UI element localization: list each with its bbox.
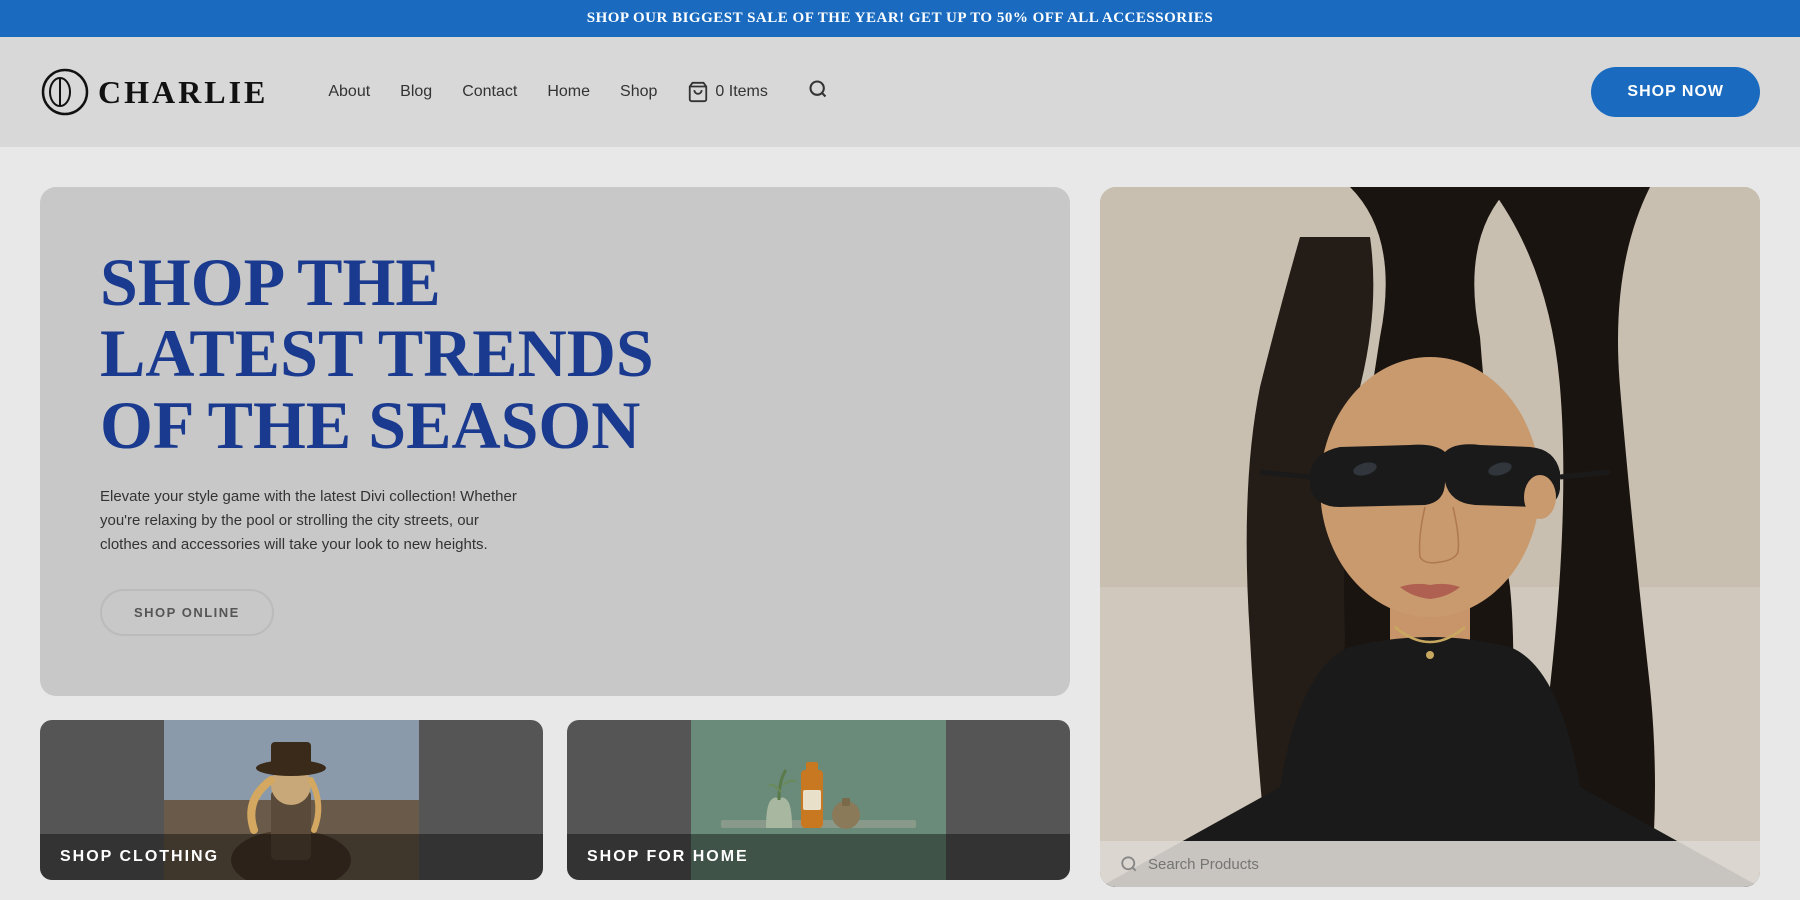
cart-count: 0 Items (715, 83, 767, 101)
home-card[interactable]: SHOP FOR HOME (567, 720, 1070, 880)
right-column (1100, 187, 1760, 887)
clothing-card[interactable]: SHOP CLOTHING (40, 720, 543, 880)
cart-icon (687, 81, 709, 103)
main-content: SHOP THE LATEST TRENDS OF THE SEASON Ele… (0, 147, 1800, 887)
nav-item-home[interactable]: Home (547, 83, 590, 101)
nav-links: About Blog Contact Home Shop 0 Items (328, 79, 828, 105)
shop-now-button[interactable]: SHOP NOW (1591, 67, 1760, 117)
hero-headline: SHOP THE LATEST TRENDS OF THE SEASON (100, 247, 1010, 461)
nav-item-about[interactable]: About (328, 83, 370, 101)
cart-area[interactable]: 0 Items (687, 81, 767, 103)
nav-item-blog[interactable]: Blog (400, 83, 432, 101)
fashion-model-image (1100, 187, 1760, 887)
search-button[interactable] (808, 79, 828, 105)
clothing-card-label: SHOP CLOTHING (40, 834, 543, 880)
nav-item-contact[interactable]: Contact (462, 83, 517, 101)
navbar: CHARLIE About Blog Contact Home Shop 0 I… (0, 37, 1800, 147)
announcement-bar: SHOP OUR BIGGEST SALE OF THE YEAR! GET U… (0, 0, 1800, 37)
announcement-text: SHOP OUR BIGGEST SALE OF THE YEAR! GET U… (587, 10, 1214, 26)
search-bar-icon (1120, 855, 1138, 873)
search-icon (808, 79, 828, 99)
home-card-label: SHOP FOR HOME (567, 834, 1070, 880)
logo[interactable]: CHARLIE (40, 67, 268, 117)
left-column: SHOP THE LATEST TRENDS OF THE SEASON Ele… (40, 187, 1070, 880)
fashion-photo (1100, 187, 1760, 887)
hero-card: SHOP THE LATEST TRENDS OF THE SEASON Ele… (40, 187, 1070, 696)
logo-text: CHARLIE (98, 74, 268, 111)
logo-icon (40, 67, 90, 117)
hero-description: Elevate your style game with the latest … (100, 485, 520, 557)
nav-item-shop[interactable]: Shop (620, 83, 657, 101)
shop-online-button[interactable]: SHOP ONLINE (100, 589, 274, 636)
search-area[interactable] (798, 79, 828, 105)
search-products-input[interactable] (1148, 856, 1740, 873)
bottom-cards: SHOP CLOTHING (40, 720, 1070, 880)
search-bar[interactable] (1100, 841, 1760, 887)
